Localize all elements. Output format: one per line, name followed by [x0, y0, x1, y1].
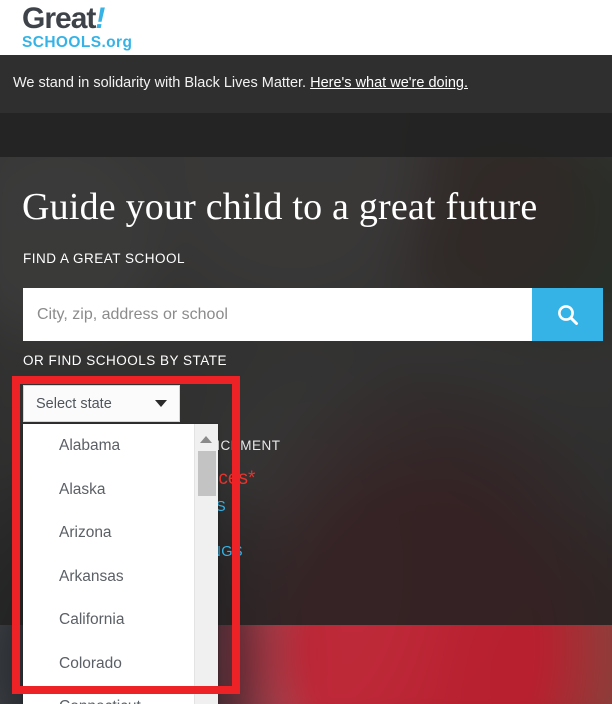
search-button[interactable]: [532, 288, 603, 341]
solidarity-banner: We stand in solidarity with Black Lives …: [0, 55, 612, 113]
school-search-form: [23, 288, 603, 341]
banner-statement: We stand in solidarity with Black Lives …: [13, 75, 307, 91]
chevron-down-icon: [155, 400, 167, 407]
state-dropdown-list[interactable]: Alabama Alaska Arizona Arkansas Californ…: [23, 424, 218, 704]
search-input[interactable]: [23, 288, 532, 341]
state-select-control[interactable]: Select state: [23, 385, 180, 422]
logo-wordmark-top: Great!: [22, 4, 132, 34]
scroll-up-arrow-icon[interactable]: [200, 436, 212, 443]
state-option[interactable]: Arizona: [23, 511, 195, 555]
state-option[interactable]: Arkansas: [23, 555, 195, 599]
banner-learn-more-link[interactable]: Here's what we're doing.: [310, 75, 468, 91]
find-by-state-label: OR FIND SCHOOLS BY STATE: [23, 353, 228, 368]
scrollbar-thumb[interactable]: [198, 451, 216, 496]
state-option[interactable]: Alabama: [23, 424, 195, 468]
state-option-list: Alabama Alaska Arizona Arkansas Californ…: [23, 424, 195, 704]
site-header: Great! SCHOOLS.org: [0, 0, 612, 55]
greatschools-logo[interactable]: Great! SCHOOLS.org: [22, 4, 132, 51]
state-option[interactable]: Alaska: [23, 468, 195, 512]
state-option[interactable]: California: [23, 598, 195, 642]
logo-text-great: Great: [22, 2, 96, 35]
promo-separator: |: [231, 499, 236, 515]
logo-exclamation-icon: !: [95, 2, 105, 35]
logo-wordmark-bottom: SCHOOLS.org: [22, 34, 133, 51]
state-option[interactable]: Colorado: [23, 642, 195, 686]
hero-top-strip: [0, 113, 612, 157]
page-title: Guide your child to a great future: [22, 186, 538, 228]
state-option[interactable]: Connecticut: [23, 685, 195, 704]
dropdown-scrollbar[interactable]: [194, 424, 218, 704]
scroll-down-arrow-icon[interactable]: [200, 687, 212, 694]
find-school-label: FIND A GREAT SCHOOL: [23, 251, 186, 266]
banner-text-wrapper: We stand in solidarity with Black Lives …: [13, 75, 468, 91]
state-select-value: Select state: [36, 395, 112, 412]
search-icon: [557, 304, 578, 325]
